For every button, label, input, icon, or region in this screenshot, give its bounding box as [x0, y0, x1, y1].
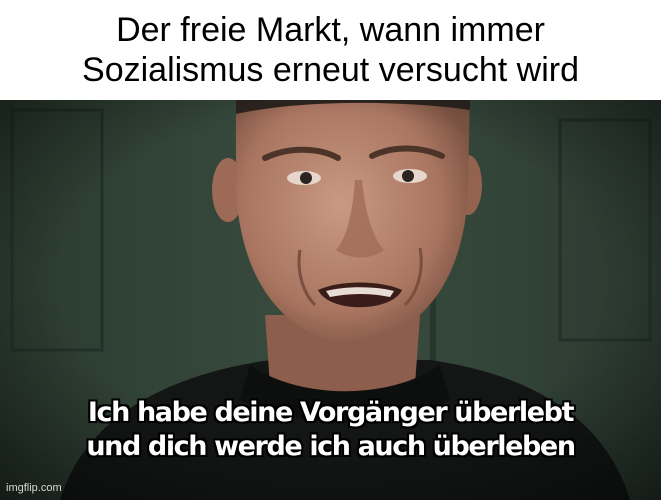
- imgflip-watermark: imgflip.com: [6, 482, 62, 494]
- top-caption: Der freie Markt, wann immer Sozialismus …: [0, 0, 661, 100]
- meme-image: Der freie Markt, wann immer Sozialismus …: [0, 0, 661, 500]
- bottom-caption-line-1: Ich habe deine Vorgänger überlebt: [87, 397, 575, 428]
- bottom-caption-line-2: und dich werde ich auch überleben: [86, 431, 576, 462]
- top-caption-line-2: Sozialismus erneut versucht wird: [82, 51, 579, 89]
- bottom-caption: Ich habe deine Vorgänger überlebt und di…: [0, 396, 661, 464]
- top-caption-line-1: Der freie Markt, wann immer: [116, 11, 545, 49]
